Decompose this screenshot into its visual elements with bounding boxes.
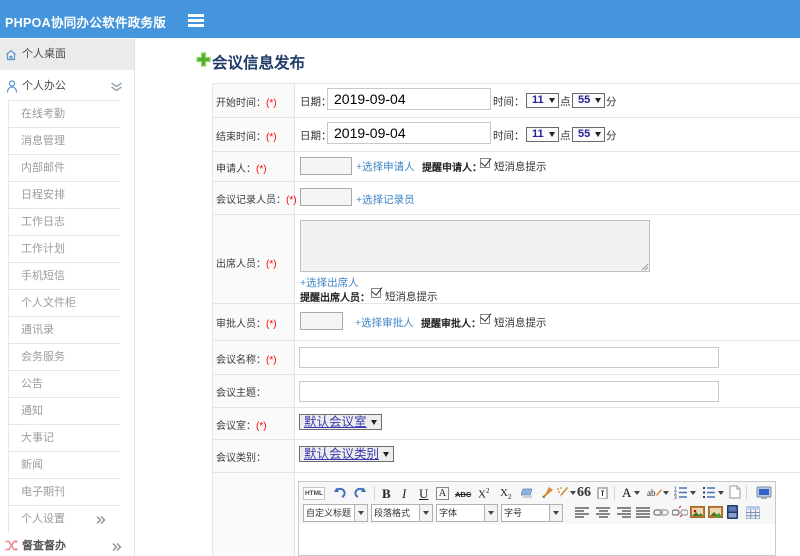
svg-text:3: 3 [674,495,677,499]
svg-text:ab: ab [647,488,656,498]
